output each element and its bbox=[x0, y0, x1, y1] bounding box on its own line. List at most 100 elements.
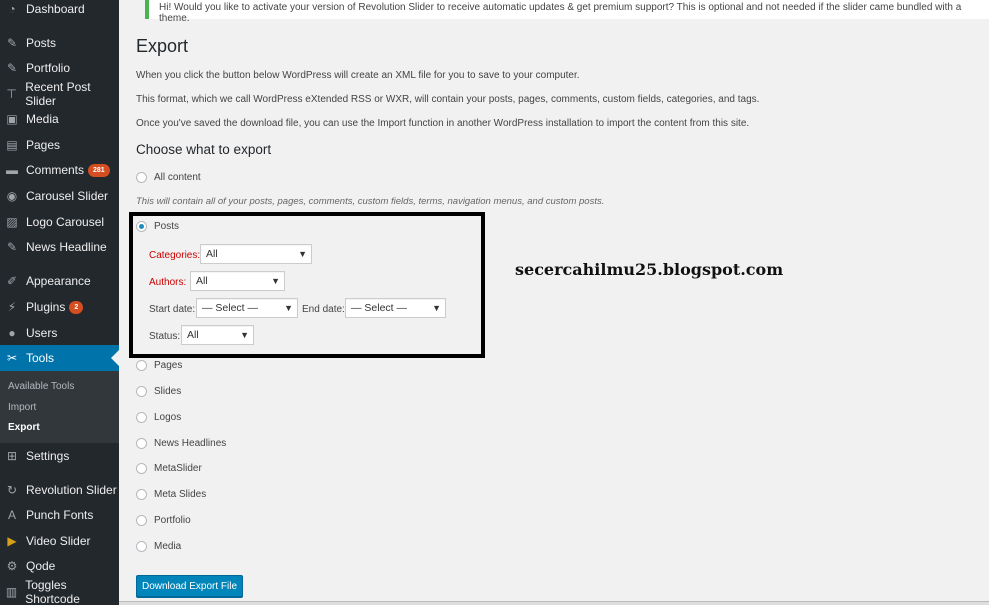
sidebar-item-tools[interactable]: ✂ Tools bbox=[0, 345, 119, 371]
media-icon: ▣ bbox=[6, 112, 18, 126]
sidebar-item-label: Logo Carousel bbox=[26, 215, 105, 229]
watermark-text: secercahilmu25.blogspot.com bbox=[515, 260, 784, 279]
wrench-icon: ✂ bbox=[6, 351, 18, 365]
radio-button[interactable] bbox=[136, 412, 147, 423]
sidebar-item-recent-post-slider[interactable]: ⊤ Recent Post Slider bbox=[0, 80, 119, 108]
pushpin-icon: ✎ bbox=[6, 240, 18, 254]
comment-icon: ▬ bbox=[6, 163, 18, 177]
sidebar-item-portfolio[interactable]: ✎ Portfolio bbox=[0, 55, 119, 81]
comments-count-badge: 281 bbox=[88, 163, 110, 177]
radio-button[interactable] bbox=[136, 438, 147, 449]
sidebar-item-punch-fonts[interactable]: A Punch Fonts bbox=[0, 502, 119, 528]
radio-label: Media bbox=[154, 541, 182, 552]
sidebar-item-label: Video Slider bbox=[26, 534, 91, 548]
sidebar-item-label: Recent Post Slider bbox=[25, 80, 91, 108]
sidebar-item-label: Punch Fonts bbox=[26, 508, 94, 522]
sidebar-item-label: Toggles Shortcode bbox=[25, 578, 80, 605]
highlight-box bbox=[129, 212, 485, 358]
submenu-available-tools[interactable]: Available Tools bbox=[8, 381, 74, 392]
radio-label: News Headlines bbox=[154, 438, 227, 449]
pages-icon: ▤ bbox=[6, 138, 18, 152]
admin-sidebar: ◔ Dashboard ✎ Posts ✎ Portfolio ⊤ Recent… bbox=[0, 0, 119, 605]
sidebar-item-label: Plugins bbox=[26, 300, 66, 314]
sidebar-item-label: Media bbox=[26, 112, 59, 126]
submenu-export[interactable]: Export bbox=[8, 422, 40, 433]
radio-label: Logos bbox=[154, 412, 182, 423]
tools-submenu: Available Tools Import Export bbox=[0, 371, 119, 443]
sidebar-item-logo-carousel[interactable]: ▨ Logo Carousel bbox=[0, 209, 119, 235]
bottom-scrollbar[interactable] bbox=[119, 601, 989, 605]
users-icon: ● bbox=[8, 326, 16, 340]
sidebar-item-label: Qode bbox=[26, 559, 56, 573]
radio-button[interactable] bbox=[136, 515, 147, 526]
plugins-update-badge: 2 bbox=[69, 300, 84, 314]
radio-label: Slides bbox=[154, 386, 182, 397]
pushpin-icon: ✎ bbox=[6, 61, 18, 75]
sidebar-item-users[interactable]: ● Users bbox=[0, 320, 119, 346]
radio-media[interactable]: Media bbox=[136, 541, 181, 552]
sidebar-item-label: Tools bbox=[26, 351, 55, 365]
sidebar-item-carousel-slider[interactable]: ◉ Carousel Slider bbox=[0, 183, 119, 209]
image-icon: ▨ bbox=[6, 215, 18, 229]
sidebar-item-label: Pages bbox=[26, 138, 61, 152]
radio-label: MetaSlider bbox=[154, 463, 202, 474]
dashboard-icon: ◔ bbox=[8, 2, 16, 16]
video-icon: ▶ bbox=[7, 534, 17, 548]
sidebar-item-label: Users bbox=[26, 326, 58, 340]
sidebar-item-label: News Headline bbox=[26, 240, 107, 254]
radio-button[interactable] bbox=[136, 386, 147, 397]
paintbrush-icon: ✐ bbox=[6, 274, 18, 288]
radio-logos[interactable]: Logos bbox=[136, 412, 181, 423]
settings-icon: ⊞ bbox=[6, 449, 18, 463]
radio-button[interactable] bbox=[136, 541, 147, 552]
sidebar-item-posts[interactable]: ✎ Posts bbox=[0, 30, 119, 56]
sidebar-item-media[interactable]: ▣ Media bbox=[0, 106, 119, 132]
choose-export-heading: Choose what to export bbox=[136, 142, 272, 157]
radio-button[interactable] bbox=[136, 360, 147, 371]
sidebar-item-news-headline[interactable]: ✎ News Headline bbox=[0, 234, 119, 260]
sidebar-item-settings[interactable]: ⊞ Settings bbox=[0, 443, 119, 469]
sidebar-item-pages[interactable]: ▤ Pages bbox=[0, 132, 119, 158]
all-content-description: This will contain all of your posts, pag… bbox=[136, 196, 605, 207]
gear-icon: ⚙ bbox=[6, 559, 18, 573]
radio-label: Pages bbox=[154, 360, 183, 371]
sidebar-item-label: Carousel Slider bbox=[26, 189, 109, 203]
format-paragraph: This format, which we call WordPress eXt… bbox=[136, 94, 760, 105]
update-notice: Hi! Would you like to activate your vers… bbox=[145, 0, 989, 24]
radio-all-content[interactable]: All content bbox=[136, 172, 201, 183]
sidebar-item-video-slider[interactable]: ▶ Video Slider bbox=[0, 528, 119, 554]
download-export-button[interactable]: Download Export File bbox=[136, 575, 243, 597]
sidebar-item-appearance[interactable]: ✐ Appearance bbox=[0, 268, 119, 294]
radio-news-headlines[interactable]: News Headlines bbox=[136, 438, 226, 449]
sidebar-item-label: Portfolio bbox=[26, 61, 71, 75]
sidebar-item-toggles-shortcode[interactable]: ▥ Toggles Shortcode bbox=[0, 578, 119, 605]
radio-button[interactable] bbox=[136, 489, 147, 500]
radio-metaslider[interactable]: MetaSlider bbox=[136, 463, 202, 474]
sidebar-item-revolution-slider[interactable]: ↻ Revolution Slider bbox=[0, 477, 119, 503]
sidebar-item-qode[interactable]: ⚙ Qode bbox=[0, 553, 119, 579]
sidebar-item-label: Posts bbox=[26, 36, 57, 50]
intro-paragraph: When you click the button below WordPres… bbox=[136, 70, 580, 81]
sidebar-item-comments[interactable]: ▬ Comments 281 bbox=[0, 157, 119, 183]
sidebar-item-label: Dashboard bbox=[26, 2, 85, 16]
radio-label: Portfolio bbox=[154, 515, 191, 526]
sidebar-item-plugins[interactable]: ⚡ Plugins 2 bbox=[0, 294, 119, 320]
plugin-icon: ⚡ bbox=[7, 300, 17, 314]
radio-meta-slides[interactable]: Meta Slides bbox=[136, 489, 206, 500]
font-icon: A bbox=[7, 508, 16, 522]
submenu-import[interactable]: Import bbox=[8, 402, 36, 413]
page-title: Export bbox=[136, 36, 189, 56]
radio-slides[interactable]: Slides bbox=[136, 386, 181, 397]
radio-portfolio[interactable]: Portfolio bbox=[136, 515, 191, 526]
radio-label: All content bbox=[154, 172, 201, 183]
sidebar-item-dashboard[interactable]: ◔ Dashboard bbox=[0, 0, 119, 22]
radio-label: Meta Slides bbox=[154, 489, 207, 500]
sidebar-item-label: Appearance bbox=[26, 274, 91, 288]
toggle-icon: ▥ bbox=[5, 585, 18, 599]
radio-button[interactable] bbox=[136, 463, 147, 474]
import-paragraph: Once you've saved the download file, you… bbox=[136, 118, 750, 129]
sidebar-item-label: Settings bbox=[26, 449, 70, 463]
camera-icon: ◉ bbox=[6, 189, 18, 203]
radio-pages[interactable]: Pages bbox=[136, 360, 182, 371]
radio-button[interactable] bbox=[136, 172, 147, 183]
